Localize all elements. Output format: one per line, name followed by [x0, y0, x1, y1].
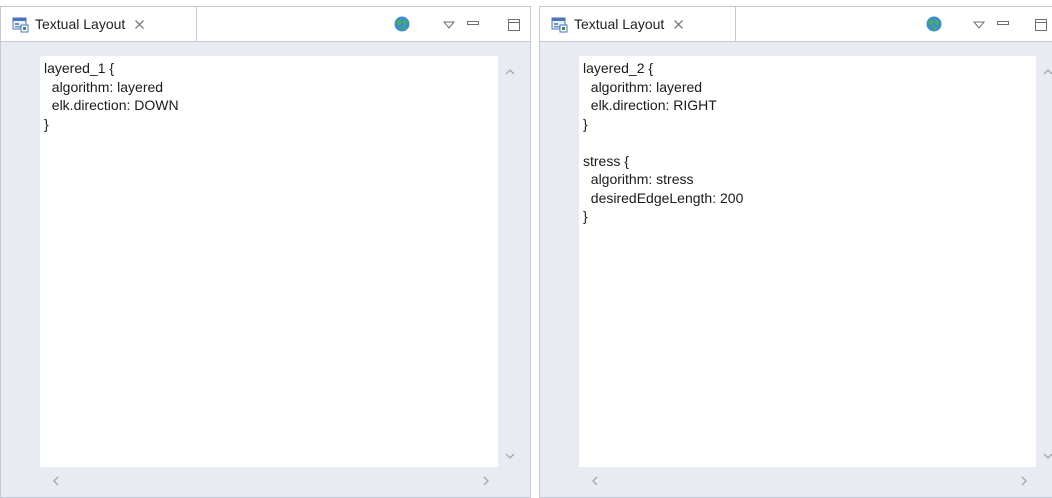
scroll-up-arrow-icon[interactable] — [1042, 68, 1052, 76]
layout-view-icon — [551, 17, 568, 32]
sync-globe-icon[interactable] — [925, 15, 943, 33]
view-toolbar: Textual Layout — [540, 7, 1052, 42]
scroll-right-arrow-icon[interactable] — [1020, 475, 1028, 487]
text-editor[interactable]: layered_2 { algorithm: layered elk.direc… — [579, 56, 1036, 467]
sync-globe-icon[interactable] — [393, 15, 411, 33]
close-icon[interactable] — [673, 19, 684, 30]
layout-view-icon — [12, 17, 29, 32]
text-editor[interactable]: layered_1 { algorithm: layered elk.direc… — [40, 56, 498, 467]
textual-layout-view-right: Textual Layout layered_2 { algorithm: la… — [539, 6, 1052, 498]
scroll-left-arrow-icon[interactable] — [52, 475, 60, 487]
tab-textual-layout[interactable]: Textual Layout — [1, 7, 197, 41]
view-menu-icon[interactable] — [442, 17, 456, 33]
view-menu-icon[interactable] — [972, 17, 986, 33]
horizontal-scrollbar[interactable] — [579, 467, 1036, 491]
minimize-icon[interactable] — [466, 17, 480, 33]
editor-content[interactable]: layered_1 { algorithm: layered elk.direc… — [40, 56, 498, 133]
vertical-scrollbar[interactable] — [1036, 56, 1052, 467]
scroll-up-arrow-icon[interactable] — [504, 68, 516, 76]
scroll-down-arrow-icon[interactable] — [504, 452, 516, 460]
minimize-icon[interactable] — [996, 17, 1010, 33]
scroll-down-arrow-icon[interactable] — [1042, 452, 1052, 460]
tab-label: Textual Layout — [574, 16, 665, 32]
view-toolbar: Textual Layout — [1, 7, 530, 42]
vertical-scrollbar[interactable] — [498, 56, 522, 467]
textual-layout-view-left: Textual Layout layered_1 { algorithm: la… — [0, 6, 531, 498]
tab-label: Textual Layout — [35, 16, 126, 32]
tab-textual-layout[interactable]: Textual Layout — [540, 7, 736, 41]
maximize-icon[interactable] — [507, 17, 521, 33]
editor-content[interactable]: layered_2 { algorithm: layered elk.direc… — [579, 56, 1036, 226]
scroll-right-arrow-icon[interactable] — [482, 475, 490, 487]
horizontal-scrollbar[interactable] — [40, 467, 498, 491]
scroll-left-arrow-icon[interactable] — [591, 475, 599, 487]
maximize-icon[interactable] — [1034, 17, 1048, 33]
close-icon[interactable] — [134, 19, 145, 30]
